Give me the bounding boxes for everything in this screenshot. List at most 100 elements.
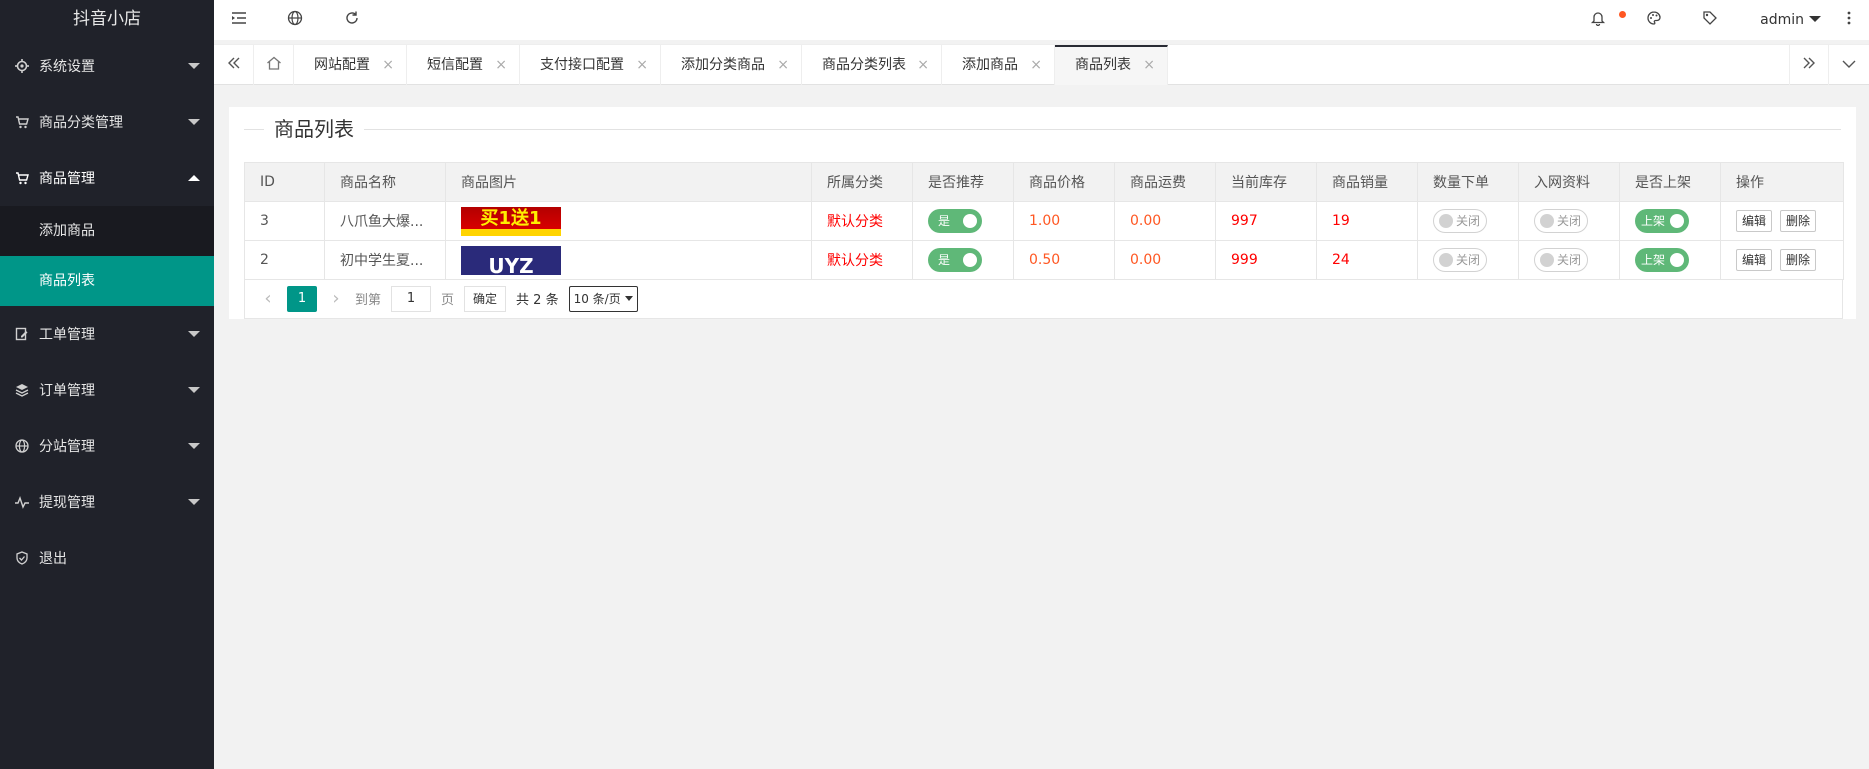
recommend-switch[interactable]: 是 [928,209,982,233]
page-tabs: 网站配置 × 短信配置 × 支付接口配置 × 添加分类商品 × 商品分类列表 × 添加商品… [214,44,1869,85]
product-thumbnail[interactable]: UYZ [461,245,561,275]
shield-icon [14,550,30,566]
product-thumbnail[interactable]: 买1送1 [461,206,561,236]
net-info-switch[interactable]: 关闭 [1534,248,1588,272]
theme-button[interactable] [1629,0,1679,40]
tag-button[interactable] [1685,0,1735,40]
close-icon[interactable]: × [1030,45,1042,85]
sidebar-item-category-management[interactable]: 商品分类管理 [0,94,214,150]
tab-product-list[interactable]: 商品列表 × [1055,45,1168,85]
sidebar-item-branch-management[interactable]: 分站管理 [0,418,214,474]
user-menu[interactable]: admin [1760,0,1821,40]
on-shelf-switch[interactable]: 上架 [1635,248,1689,272]
tabs-menu-button[interactable] [1829,45,1869,85]
caret-down-icon [1809,16,1821,22]
on-shelf-switch[interactable]: 上架 [1635,209,1689,233]
column-header[interactable]: 是否上架 [1619,162,1721,202]
cell-qty-order: 关闭 [1417,240,1519,280]
pulse-icon [14,494,30,510]
cell-recommend: 是 [912,201,1014,241]
close-icon[interactable]: × [917,45,929,85]
column-header[interactable]: 当前库存 [1215,162,1317,202]
tab-label: 商品列表 [1075,57,1131,73]
sidebar-item-label: 退出 [39,551,67,567]
cell-image: UYZ [445,240,812,280]
switch-knob [1670,253,1684,267]
prev-page-button[interactable]: ‹ [259,288,277,309]
cell-id: 2 [244,240,325,280]
column-header[interactable]: 入网资料 [1518,162,1620,202]
tabs-scroll-left-button[interactable] [214,45,254,85]
cell-stock: 999 [1215,240,1317,280]
tab-home[interactable] [254,45,294,85]
column-header[interactable]: 商品销量 [1316,162,1418,202]
tab-add-product[interactable]: 添加商品 × [942,45,1055,85]
close-icon[interactable]: × [1143,47,1155,83]
close-icon[interactable]: × [636,45,648,85]
tab-sms-config[interactable]: 短信配置 × [407,45,520,85]
column-header[interactable]: 是否推荐 [912,162,1014,202]
net-info-switch[interactable]: 关闭 [1534,209,1588,233]
tab-add-category-product[interactable]: 添加分类商品 × [661,45,802,85]
column-header[interactable]: 操作 [1720,162,1844,202]
tab-payment-config[interactable]: 支付接口配置 × [520,45,661,85]
confirm-button[interactable]: 确定 [464,285,507,312]
close-icon[interactable]: × [382,45,394,85]
tabs-scroll-right-button[interactable] [1789,45,1829,85]
sidebar-subitem-add-product[interactable]: 添加商品 [0,206,214,256]
cell-price: 1.00 [1013,201,1115,241]
close-icon[interactable]: × [777,45,789,85]
cell-image: 买1送1 [445,201,812,241]
tab-site-config[interactable]: 网站配置 × [294,45,407,85]
app-logo[interactable]: 抖音小店 [0,0,214,38]
delete-button[interactable]: 删除 [1780,210,1817,232]
sidebar-item-order-management[interactable]: 订单管理 [0,362,214,418]
qty-order-switch[interactable]: 关闭 [1433,209,1487,233]
refresh-button[interactable] [327,0,377,40]
column-header[interactable]: 商品价格 [1013,162,1115,202]
sidebar-item-label: 分站管理 [39,439,95,455]
sidebar-subitem-product-list[interactable]: 商品列表 [0,256,214,306]
sidebar-item-withdrawal-management[interactable]: 提现管理 [0,474,214,530]
switch-label: 上架 [1641,214,1666,228]
column-header[interactable]: 所属分类 [811,162,913,202]
column-header[interactable]: 商品名称 [324,162,446,202]
cell-sales: 19 [1316,201,1418,241]
notification-button[interactable] [1573,0,1623,40]
column-header[interactable]: 数量下单 [1417,162,1519,202]
sidebar-item-ticket-management[interactable]: 工单管理 [0,306,214,362]
cell-net-info: 关闭 [1518,201,1620,241]
edit-button[interactable]: 编辑 [1736,210,1773,232]
cart-icon [14,114,30,130]
qty-order-switch[interactable]: 关闭 [1433,248,1487,272]
tab-category-list[interactable]: 商品分类列表 × [802,45,942,85]
sidebar: 抖音小店 系统设置 商品分类管理 商品管理 添加商品 商品列表 工单管理 订单管… [0,0,214,769]
column-header[interactable]: 商品运费 [1114,162,1216,202]
pagination: ‹ 1 › 到第 1 页 确定 共 2 条 10 条/页 [244,279,1843,319]
switch-label: 上架 [1641,253,1666,267]
next-page-button[interactable]: › [327,288,345,309]
current-page[interactable]: 1 [287,285,317,312]
edit-button[interactable]: 编辑 [1736,249,1773,271]
notification-dot [1619,11,1626,18]
recommend-switch[interactable]: 是 [928,248,982,272]
switch-label: 关闭 [1557,253,1582,267]
close-icon[interactable]: × [495,45,507,85]
chevron-down-icon [188,387,200,393]
layers-icon [14,382,30,398]
cell-on-shelf: 上架 [1619,240,1721,280]
sidebar-item-logout[interactable]: 退出 [0,530,214,586]
column-header[interactable]: 商品图片 [445,162,812,202]
switch-knob [1540,253,1554,267]
delete-button[interactable]: 删除 [1780,249,1817,271]
submenu-product-management: 添加商品 商品列表 [0,206,214,306]
sidebar-item-product-management[interactable]: 商品管理 [0,150,214,206]
chevron-down-icon [188,119,200,125]
website-button[interactable] [270,0,320,40]
goto-page-input[interactable]: 1 [391,285,432,312]
menu-toggle-button[interactable] [214,0,264,40]
column-header[interactable]: ID [244,162,325,202]
more-button[interactable] [1829,0,1869,40]
page-size-select[interactable]: 10 条/页 [568,285,638,312]
sidebar-item-system-settings[interactable]: 系统设置 [0,38,214,94]
